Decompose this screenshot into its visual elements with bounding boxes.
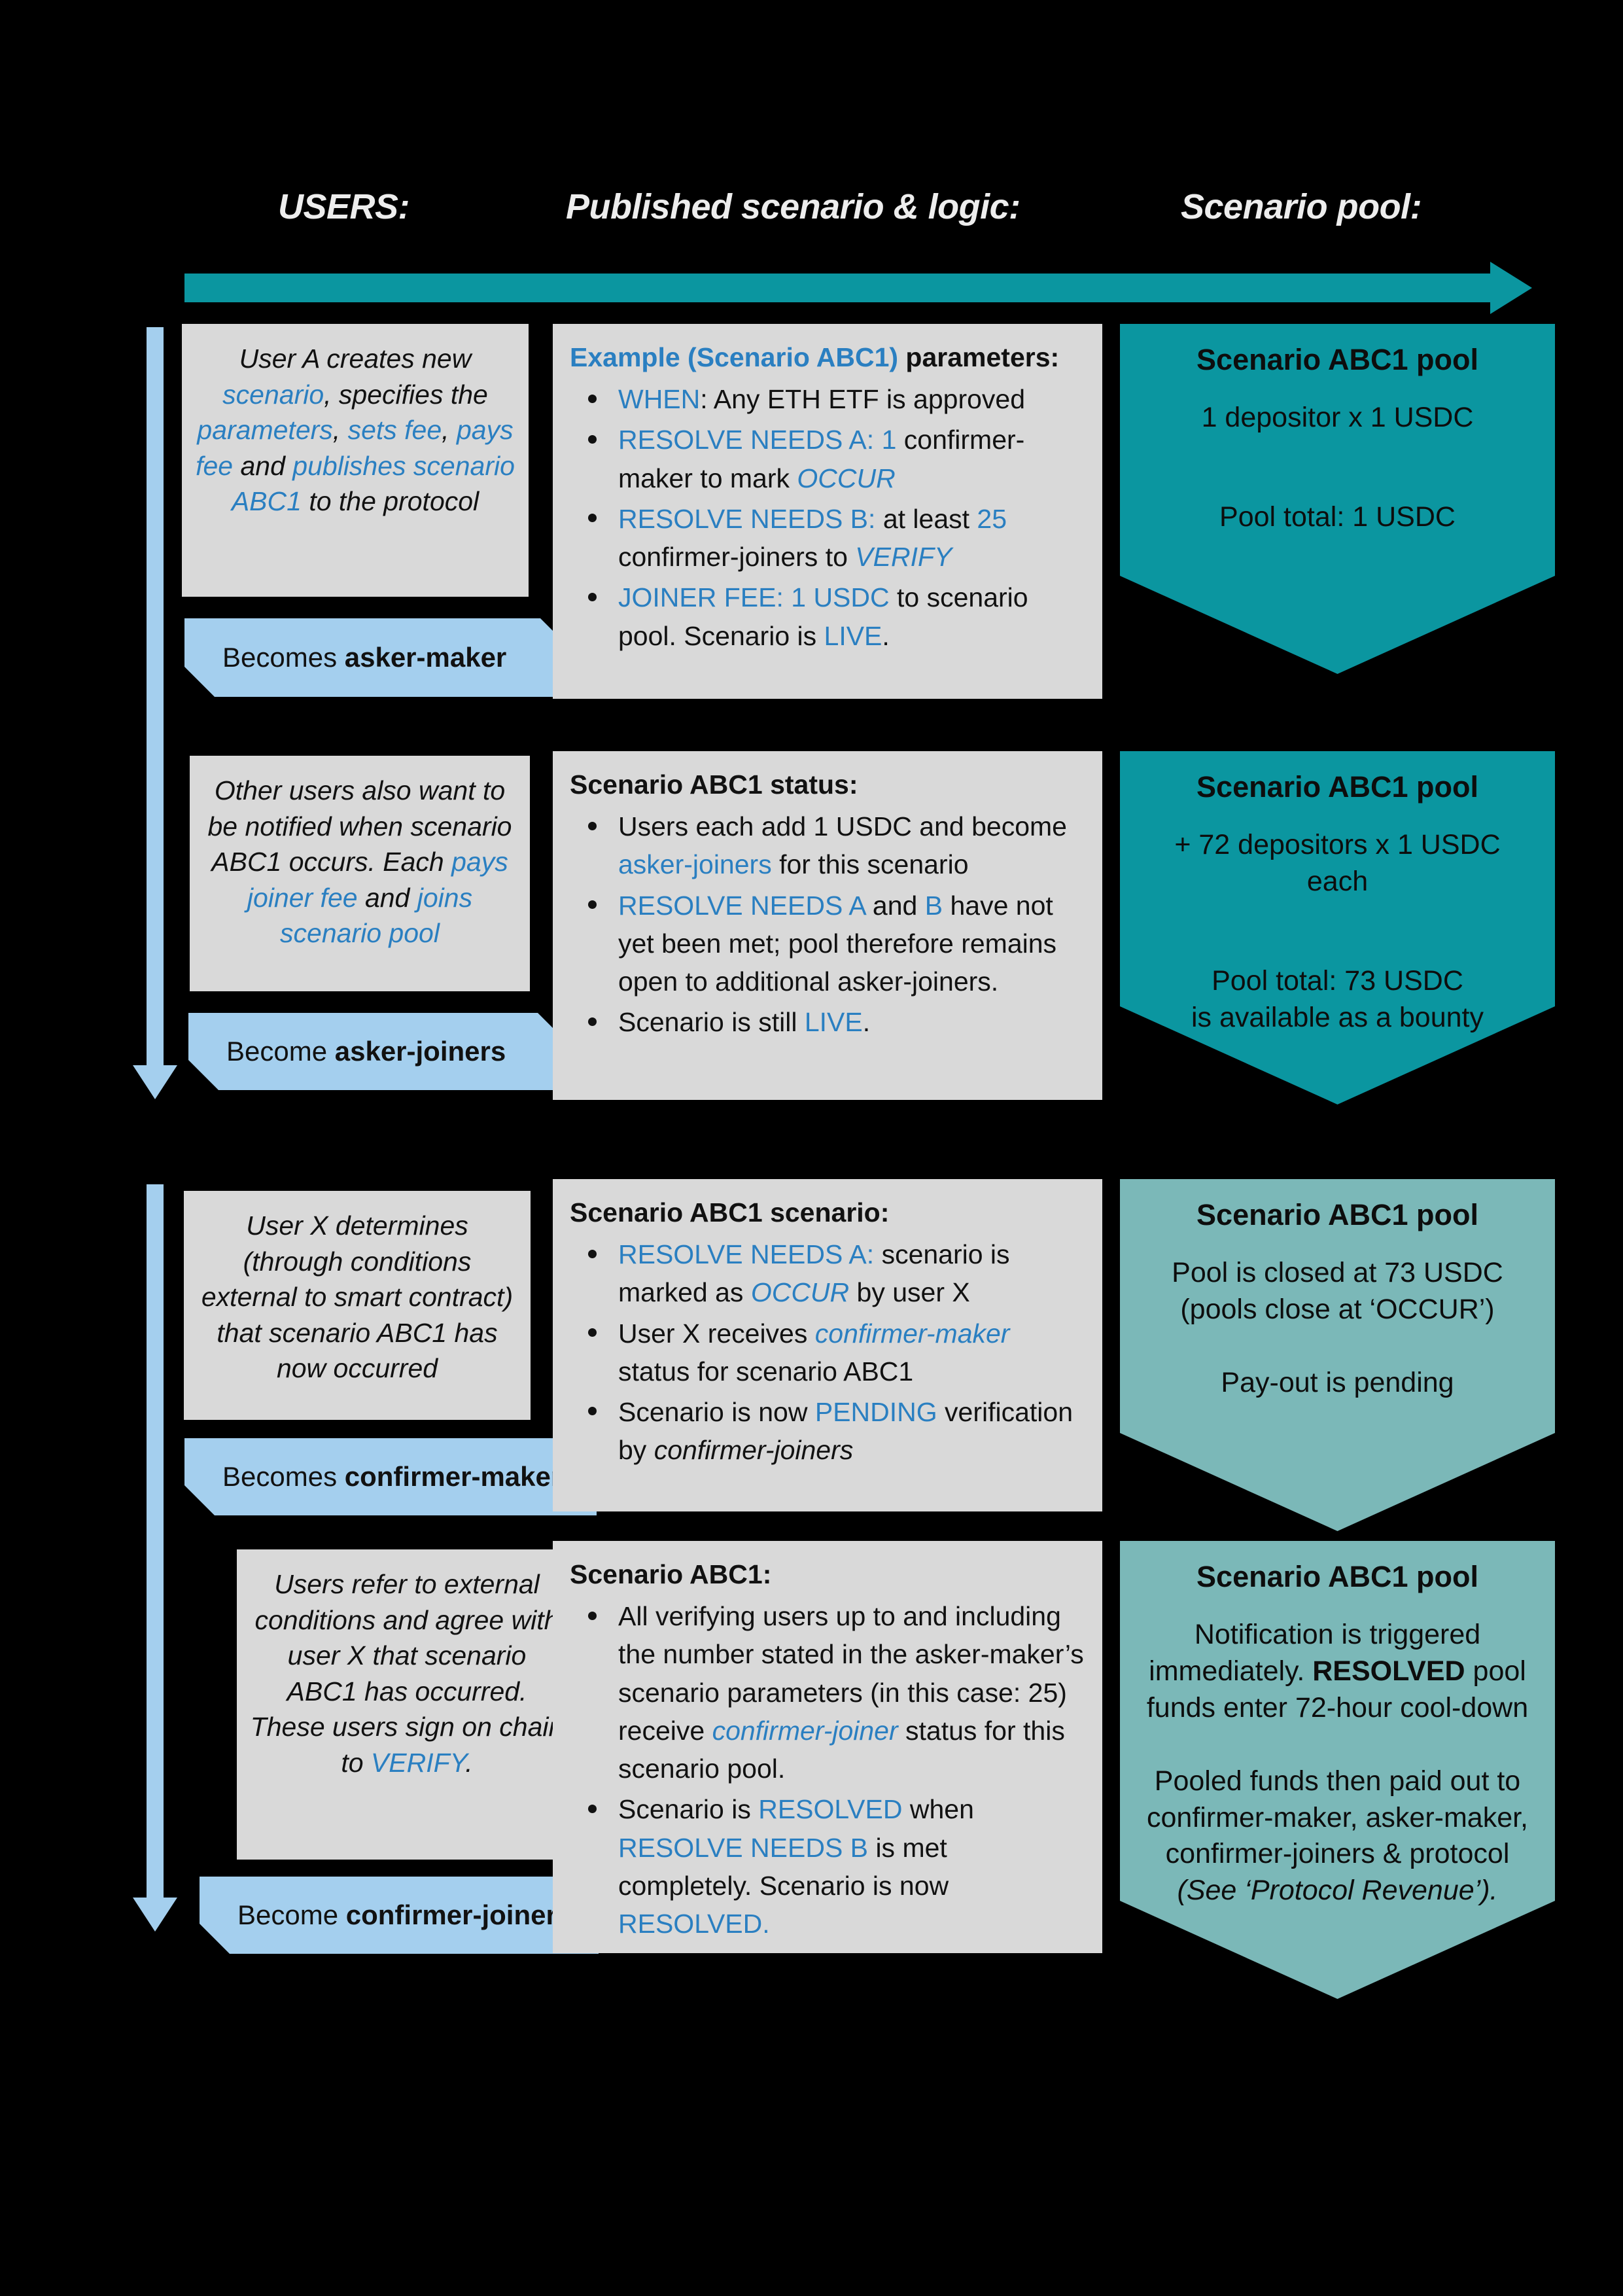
bullet-dot-icon <box>588 1804 597 1813</box>
role-banner-confirmer-maker: Becomes confirmer-maker <box>184 1438 597 1515</box>
scenario-logic-bullet: RESOLVE NEEDS B: at least 25 confirmer-j… <box>570 500 1085 576</box>
column-header-users: USERS: <box>278 187 410 226</box>
user-step-card-3: User X determines (through conditions ex… <box>184 1191 531 1420</box>
scenario-logic-bullets-2: Users each add 1 USDC and become asker-j… <box>570 807 1085 1041</box>
bullet-dot-icon <box>588 1407 597 1416</box>
scenario-logic-bullet: WHEN: Any ETH ETF is approved <box>570 380 1085 418</box>
timeline-arrow-icon <box>184 262 1532 314</box>
pool-payout-line-3: Pay-out is pending <box>1221 1366 1454 1398</box>
scenario-pool-card-3: Scenario ABC1 pool Pool is closed at 73 … <box>1120 1179 1555 1531</box>
bullet-dot-icon <box>588 1328 597 1337</box>
bullet-dot-icon <box>588 434 597 444</box>
bullet-dot-icon <box>588 900 597 909</box>
column-header-published-scenario: Published scenario & logic: <box>566 187 1021 226</box>
scenario-logic-header-2: Scenario ABC1 status: <box>570 769 858 800</box>
scenario-logic-bullet: Scenario is still LIVE. <box>570 1003 1085 1041</box>
bullet-dot-icon <box>588 514 597 523</box>
diagram-canvas: USERS: Published scenario & logic: Scena… <box>0 0 1623 2296</box>
pool-title-3: Scenario ABC1 pool <box>1196 1198 1478 1231</box>
pool-total-line-2b: is available as a bounty <box>1191 1001 1484 1033</box>
bullet-dot-icon <box>588 1611 597 1620</box>
scenario-logic-header-3: Scenario ABC1 scenario: <box>570 1197 890 1227</box>
role-banner-text-3: Becomes confirmer-maker <box>222 1461 562 1492</box>
role-banner-confirmer-joiners: Become confirmer-joiners <box>200 1877 599 1954</box>
scenario-logic-card-3: Scenario ABC1 scenario: RESOLVE NEEDS A:… <box>553 1179 1102 1511</box>
flow-arrow-head <box>133 1065 177 1099</box>
pool-notification-line-4: Notification is triggered immediately. R… <box>1146 1619 1529 1723</box>
pool-total-line-2a: Pool total: 73 USDC <box>1212 964 1463 997</box>
timeline-arrow-head <box>1490 262 1532 314</box>
pool-deposit-line-2: + 72 depositors x 1 USDC each <box>1174 829 1501 897</box>
bullet-dot-icon <box>588 1249 597 1258</box>
scenario-logic-bullets-1: WHEN: Any ETH ETF is approved RESOLVE NEE… <box>570 380 1085 655</box>
pool-status-line-3: Pool is closed at 73 USDC (pools close a… <box>1172 1257 1503 1325</box>
scenario-logic-header-4: Scenario ABC1: <box>570 1559 772 1589</box>
user-step-text-3: User X determines (through conditions ex… <box>201 1210 514 1384</box>
flow-arrow-shaft <box>147 1184 164 1899</box>
role-banner-text-2: Become asker-joiners <box>226 1036 506 1067</box>
scenario-logic-bullet: RESOLVE NEEDS A: 1 confirmer-maker to ma… <box>570 421 1085 497</box>
bullet-dot-icon <box>588 821 597 830</box>
scenario-logic-bullet: User X receives confirmer-maker status f… <box>570 1315 1085 1390</box>
pool-deposit-line-1: 1 depositor x 1 USDC <box>1201 402 1474 433</box>
scenario-logic-card-4: Scenario ABC1: All verifying users up to… <box>553 1541 1102 1953</box>
user-step-card-2: Other users also want to be notified whe… <box>190 756 530 991</box>
scenario-logic-bullet: Scenario is RESOLVED when RESOLVE NEEDS … <box>570 1790 1085 1943</box>
timeline-arrow-shaft <box>184 274 1493 302</box>
bullet-dot-icon <box>588 394 597 403</box>
column-header-scenario-pool: Scenario pool: <box>1181 187 1422 226</box>
bullet-dot-icon <box>588 1017 597 1026</box>
user-step-text-4: Users refer to external conditions and a… <box>250 1569 564 1778</box>
scenario-logic-header-1: Example (Scenario ABC1) parameters: <box>570 342 1060 372</box>
flow-arrow-shaft <box>147 327 164 1067</box>
pool-title-2: Scenario ABC1 pool <box>1196 770 1478 804</box>
pool-title-1: Scenario ABC1 pool <box>1196 343 1478 376</box>
pool-payout-line-4: Pooled funds then paid out to confirmer-… <box>1146 1765 1529 1907</box>
scenario-logic-bullets-4: All verifying users up to and including … <box>570 1597 1085 1943</box>
flow-arrow-down-bottom <box>133 1184 177 1932</box>
scenario-logic-card-2: Scenario ABC1 status: Users each add 1 U… <box>553 751 1102 1100</box>
user-step-card-4: Users refer to external conditions and a… <box>237 1549 577 1860</box>
pool-title-4: Scenario ABC1 pool <box>1196 1560 1478 1593</box>
user-step-text-2: Other users also want to be notified whe… <box>207 775 512 949</box>
scenario-logic-bullet: All verifying users up to and including … <box>570 1597 1085 1788</box>
role-banner-asker-maker: Becomes asker-maker <box>184 618 570 697</box>
scenario-pool-card-4: Scenario ABC1 pool Notification is trigg… <box>1120 1541 1555 1999</box>
scenario-logic-bullets-3: RESOLVE NEEDS A: scenario is marked as O… <box>570 1235 1085 1469</box>
scenario-logic-bullet: Scenario is now PENDING verification by … <box>570 1393 1085 1469</box>
scenario-logic-bullet: RESOLVE NEEDS A and B have not yet been … <box>570 887 1085 1001</box>
role-banner-text-1: Becomes asker-maker <box>222 642 507 673</box>
scenario-logic-bullet: Users each add 1 USDC and become asker-j… <box>570 807 1085 883</box>
flow-arrow-head <box>133 1898 177 1932</box>
role-banner-asker-joiners: Become asker-joiners <box>188 1013 568 1090</box>
flow-arrow-down-top <box>133 327 177 1099</box>
scenario-pool-card-1: Scenario ABC1 pool 1 depositor x 1 USDC … <box>1120 324 1555 674</box>
bullet-dot-icon <box>588 592 597 601</box>
scenario-logic-card-1: Example (Scenario ABC1) parameters: WHEN… <box>553 324 1102 699</box>
scenario-logic-bullet: JOINER FEE: 1 USDC to scenario pool. Sce… <box>570 578 1085 654</box>
role-banner-text-4: Become confirmer-joiners <box>237 1899 572 1930</box>
user-step-text-1: User A creates new scenario, specifies t… <box>196 344 515 517</box>
pool-total-line-1: Pool total: 1 USDC <box>1219 501 1456 533</box>
user-step-card-1: User A creates new scenario, specifies t… <box>182 324 529 597</box>
scenario-pool-card-2: Scenario ABC1 pool + 72 depositors x 1 U… <box>1120 751 1555 1104</box>
scenario-logic-bullet: RESOLVE NEEDS A: scenario is marked as O… <box>570 1235 1085 1311</box>
